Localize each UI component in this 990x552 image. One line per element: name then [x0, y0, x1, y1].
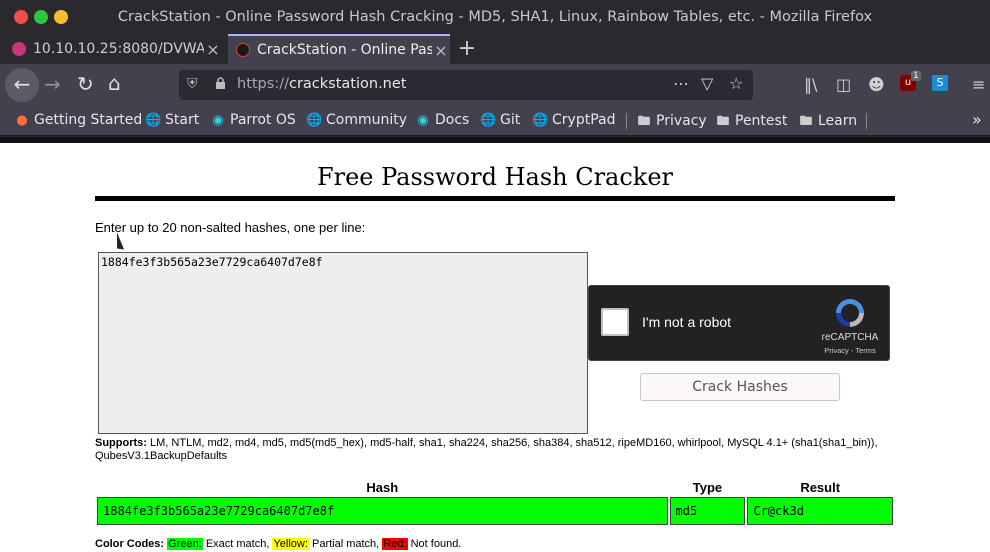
bookmark-parrot-os[interactable]: ◉ Parrot OS: [210, 112, 296, 128]
bookmark-learn-folder[interactable]: 🖿 Learn: [798, 112, 857, 134]
folder-icon: 🖿: [716, 114, 730, 129]
page-content: Free Password Hash Cracker Enter up to 2…: [0, 137, 990, 552]
bookmarks-toolbar: ● Getting Started 🌐 Start ◉ Parrot OS 🌐 Comm…: [0, 106, 990, 136]
bookmark-pentest-folder[interactable]: 🖿 Pentest: [715, 112, 787, 134]
window-titlebar: CrackStation - Online Password Hash Crac…: [0, 0, 990, 34]
bookmark-star-icon[interactable]: ☆: [729, 74, 743, 93]
globe-icon: 🌐: [145, 113, 162, 128]
firefox-icon: ●: [16, 113, 28, 128]
back-button[interactable]: ←: [5, 68, 39, 102]
mouse-pointer: [117, 232, 124, 254]
bookmark-start[interactable]: 🌐 Start: [145, 112, 199, 128]
page-actions-icon[interactable]: ⋯: [673, 74, 689, 93]
window-title: CrackStation - Online Password Hash Crac…: [117, 9, 873, 25]
recaptcha-label: I'm not a robot: [642, 314, 732, 330]
site-nav-strip: [0, 137, 990, 143]
parrot-icon: ◉: [212, 113, 224, 128]
folder-icon: 🖿: [799, 114, 813, 129]
bookmark-label: CryptPad: [552, 112, 616, 128]
supported-algorithms: Supports: LM, NTLM, md2, md4, md5, md5(m…: [95, 437, 885, 463]
red-swatch: Red:: [382, 538, 408, 550]
pocket-icon[interactable]: ▽: [701, 74, 713, 93]
globe-icon: 🌐: [532, 113, 549, 128]
yellow-swatch: Yellow:: [272, 538, 309, 550]
bookmark-label: Learn: [818, 113, 858, 129]
close-tab-icon[interactable]: ×: [204, 40, 222, 59]
result-plaintext-cell: Cr@ck3d: [747, 497, 893, 525]
recaptcha-widget: I'm not a robot reCAPTCHA Privacy - Term…: [588, 285, 890, 361]
color-codes-label: Color Codes:: [95, 538, 165, 550]
reload-button[interactable]: ↻: [77, 72, 94, 96]
tab-crackstation[interactable]: CrackStation - Online Password ×: [228, 34, 450, 64]
green-description: Exact match,: [205, 538, 270, 550]
color-codes-legend: Color Codes: Green: Exact match, Yellow:…: [95, 538, 461, 550]
instructions-text: Enter up to 20 non-salted hashes, one pe…: [95, 220, 366, 235]
bookmark-getting-started[interactable]: ● Getting Started: [14, 112, 142, 128]
recaptcha-terms-link[interactable]: Privacy - Terms: [807, 346, 893, 355]
supports-label: Supports:: [95, 437, 147, 449]
bookmark-docs[interactable]: ◉ Docs: [415, 112, 469, 128]
bookmark-cryptpad[interactable]: 🌐 CryptPad: [532, 112, 615, 128]
folder-icon: 🖿: [637, 114, 651, 129]
navigation-toolbar: ← → ↻ ⌂ ⛨ https://crackstation.net ⋯ ▽ ☆…: [0, 64, 990, 106]
tracking-shield-icon[interactable]: ⛨: [187, 76, 198, 92]
crackstation-favicon-icon: [236, 43, 250, 57]
parrot-icon: ◉: [417, 113, 429, 128]
tab-dvwa[interactable]: 10.10.10.25:8080/DVWA/ ×: [4, 34, 222, 64]
close-tab-icon[interactable]: ×: [432, 41, 450, 60]
forward-button[interactable]: →: [44, 72, 61, 96]
recaptcha-checkbox[interactable]: [601, 308, 629, 336]
result-type-cell: md5: [669, 497, 746, 525]
title-divider: [95, 196, 895, 201]
ublock-badge: 1: [911, 71, 921, 81]
extension-icon[interactable]: S: [932, 75, 948, 91]
bookmark-label: Getting Started: [34, 112, 143, 128]
bookmark-label: Parrot OS: [230, 112, 296, 128]
bookmark-community[interactable]: 🌐 Community: [306, 112, 407, 128]
red-description: Not found.: [410, 538, 462, 550]
tab-label: CrackStation - Online Password: [257, 42, 432, 58]
account-icon[interactable]: ☻: [868, 75, 885, 94]
globe-icon: 🌐: [480, 113, 497, 128]
hash-input-textarea[interactable]: 1884fe3f3b565a23e7729ca6407d7e8f: [98, 252, 588, 434]
hash-column-header: Hash: [366, 479, 399, 495]
bookmark-label: Privacy: [656, 113, 707, 129]
bookmark-label: Community: [326, 112, 408, 128]
results-table: Hash Type Result 1884fe3f3b565a23e7729ca…: [95, 477, 895, 527]
result-column-header: Result: [800, 479, 841, 495]
sidebar-icon[interactable]: ◫: [836, 75, 851, 94]
bookmark-separator: [866, 113, 867, 129]
lock-icon[interactable]: [215, 77, 226, 89]
bookmark-label: Pentest: [735, 113, 788, 129]
bookmark-label: Start: [165, 112, 200, 128]
tab-strip: 10.10.10.25:8080/DVWA/ × CrackStation - …: [0, 34, 990, 64]
url-bar[interactable]: ⛨ https://crackstation.net ⋯ ▽ ☆: [179, 70, 753, 100]
page-title: Free Password Hash Cracker: [316, 163, 674, 191]
home-button[interactable]: ⌂: [108, 71, 121, 95]
url-text[interactable]: https://crackstation.net: [237, 76, 406, 92]
library-icon[interactable]: ‖\: [804, 75, 817, 94]
tab-label: 10.10.10.25:8080/DVWA/: [33, 41, 204, 57]
globe-icon: 🌐: [306, 113, 323, 128]
crack-hashes-button[interactable]: Crack Hashes: [640, 373, 840, 401]
type-column-header: Type: [692, 479, 723, 495]
result-hash-cell: 1884fe3f3b565a23e7729ca6407d7e8f: [97, 497, 668, 525]
recaptcha-logo-icon: [836, 299, 864, 327]
bookmark-label: Docs: [435, 112, 470, 128]
yellow-description: Partial match,: [311, 538, 380, 550]
table-row: 1884fe3f3b565a23e7729ca6407d7e8f md5 Cr@…: [97, 497, 893, 525]
bookmark-git[interactable]: 🌐 Git: [480, 112, 520, 128]
menu-icon[interactable]: ≡: [972, 75, 985, 94]
bookmark-separator: [626, 113, 627, 129]
new-tab-button[interactable]: +: [456, 36, 478, 61]
dvwa-favicon-icon: [12, 42, 26, 56]
bookmarks-overflow-icon[interactable]: »: [972, 110, 982, 129]
bookmark-privacy-folder[interactable]: 🖿 Privacy: [636, 112, 707, 134]
supports-text: LM, NTLM, md2, md4, md5, md5(md5_hex), m…: [95, 437, 878, 462]
recaptcha-brand: reCAPTCHA: [821, 332, 879, 343]
green-swatch: Green:: [167, 538, 203, 550]
bookmark-label: Git: [500, 112, 521, 128]
